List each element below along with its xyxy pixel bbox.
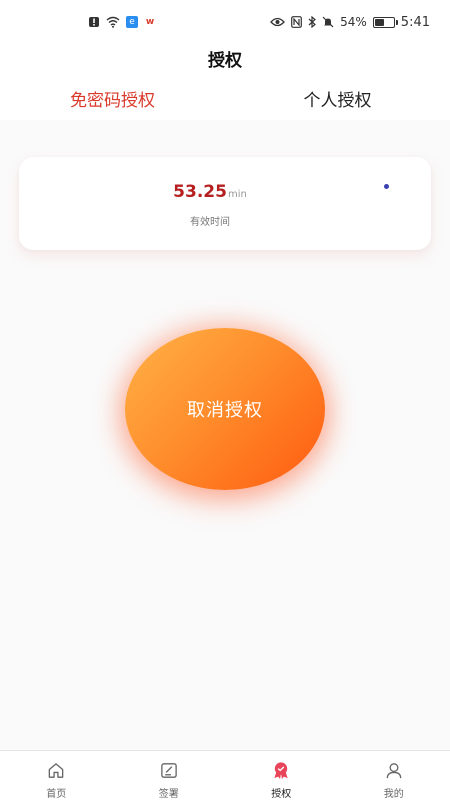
- time-value-row: 53.25min: [19, 182, 431, 202]
- authorize-badge-icon: [274, 762, 288, 780]
- nav-label-authorize: 授权: [271, 789, 292, 800]
- bottom-nav: 首页 签署 授权 我的: [0, 750, 450, 800]
- clock-time: 5:41: [400, 14, 430, 30]
- nav-item-mine[interactable]: 我的: [338, 751, 450, 800]
- status-right-icons: 54% 5:41: [270, 15, 430, 30]
- tab-bar: 免密码授权 个人授权: [0, 78, 450, 120]
- page-title: 授权: [208, 51, 242, 71]
- time-value: 53.25: [173, 182, 227, 202]
- notification-alert-icon: [88, 16, 100, 28]
- nav-label-home: 首页: [46, 789, 67, 800]
- battery-icon: [372, 16, 398, 28]
- time-label: 有效时间: [190, 217, 230, 228]
- nav-item-sign[interactable]: 签署: [113, 751, 226, 800]
- mute-bell-icon: [322, 16, 334, 28]
- status-left-icons: e w: [88, 16, 156, 28]
- nav-label-sign: 签署: [158, 789, 179, 800]
- tab-personal-authorization[interactable]: 个人授权: [225, 78, 450, 120]
- user-icon: [386, 763, 402, 779]
- nav-label-mine: 我的: [383, 789, 404, 800]
- wifi-icon: [106, 16, 120, 28]
- nav-item-home[interactable]: 首页: [0, 751, 113, 800]
- nfc-icon: [291, 16, 303, 28]
- status-bar: e w 54% 5:41: [0, 0, 450, 44]
- time-unit: min: [227, 189, 247, 200]
- battery-percent-text: 54%: [340, 15, 367, 29]
- header: 授权: [0, 44, 450, 78]
- browser-app-icon: e: [126, 16, 138, 28]
- tab-passwordless-authorization[interactable]: 免密码授权: [0, 78, 225, 120]
- cancel-authorization-button[interactable]: 取消授权: [125, 328, 325, 490]
- bluetooth-icon: [308, 16, 317, 28]
- sign-icon: [160, 763, 177, 778]
- wps-app-icon: w: [144, 16, 156, 28]
- eye-icon: [270, 17, 286, 27]
- cancel-authorization-label: 取消授权: [187, 400, 263, 421]
- validity-time-card: 53.25min 有效时间: [19, 157, 431, 250]
- battery-level-fill: [374, 18, 384, 26]
- home-icon: [48, 763, 64, 778]
- nav-item-authorize[interactable]: 授权: [225, 751, 338, 800]
- indicator-dot: [384, 184, 389, 189]
